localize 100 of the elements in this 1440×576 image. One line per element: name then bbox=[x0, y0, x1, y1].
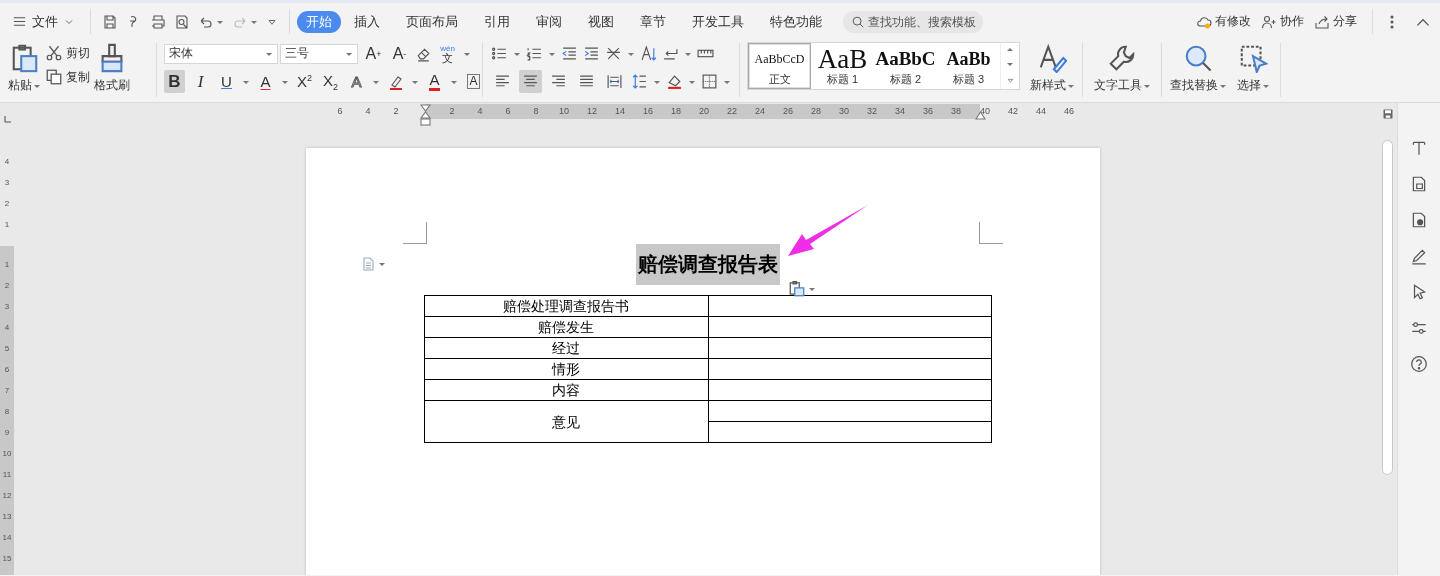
select-button[interactable]: 选择 bbox=[1230, 40, 1276, 102]
caret-icon[interactable] bbox=[1261, 82, 1270, 89]
underline-button[interactable]: U bbox=[216, 70, 237, 93]
italic-button[interactable]: I bbox=[190, 70, 211, 93]
caret-icon[interactable] bbox=[281, 78, 289, 85]
line-spacing-icon[interactable] bbox=[631, 73, 648, 90]
caret-icon[interactable] bbox=[250, 18, 258, 25]
share-button[interactable]: 分享 bbox=[1314, 13, 1357, 30]
caret-icon[interactable] bbox=[345, 50, 353, 57]
text-tools-button[interactable]: 文字工具 bbox=[1087, 40, 1157, 102]
indent-marker-icon[interactable] bbox=[420, 104, 431, 126]
sort-icon[interactable] bbox=[640, 45, 657, 62]
scroll-down-icon[interactable] bbox=[1006, 61, 1014, 68]
style-item[interactable]: AaBbCcD 正文 bbox=[748, 43, 811, 89]
ribbon-tab[interactable]: 特色功能 bbox=[757, 10, 835, 33]
character-border-button[interactable]: A bbox=[463, 70, 484, 93]
ruler-number: 10 bbox=[558, 105, 570, 118]
search-field[interactable]: 查找功能、搜索模板 bbox=[843, 10, 983, 33]
caret-icon[interactable] bbox=[378, 261, 386, 267]
shading-icon[interactable] bbox=[666, 73, 683, 90]
caret-icon[interactable] bbox=[723, 78, 731, 85]
ruler-number: 9 bbox=[4, 427, 10, 439]
style-item[interactable]: AaB 标题 1 bbox=[811, 43, 874, 89]
table-cell: 意见 bbox=[424, 400, 708, 443]
caret-icon[interactable] bbox=[548, 50, 556, 57]
save-icon[interactable] bbox=[1381, 108, 1394, 120]
caret-icon[interactable] bbox=[1142, 82, 1151, 89]
ribbon-tab[interactable]: 插入 bbox=[341, 10, 393, 33]
caret-icon[interactable] bbox=[450, 78, 458, 85]
person-plus-icon bbox=[1261, 13, 1277, 30]
ruler-number: 10 bbox=[2, 448, 12, 460]
caret-icon[interactable] bbox=[216, 18, 224, 25]
caret-icon[interactable] bbox=[653, 78, 661, 85]
help-icon[interactable] bbox=[1410, 355, 1428, 373]
bullet-list-icon[interactable] bbox=[491, 45, 508, 62]
paste-button[interactable]: 粘贴 bbox=[8, 40, 41, 94]
print-preview-icon[interactable] bbox=[174, 13, 190, 30]
caret-icon[interactable] bbox=[684, 50, 692, 57]
text-effect-button[interactable]: A bbox=[346, 70, 367, 93]
paste-options-icon[interactable] bbox=[788, 280, 806, 298]
eraser-icon[interactable] bbox=[415, 45, 432, 62]
copy-button[interactable]: 复制 bbox=[45, 68, 90, 86]
borders-icon[interactable] bbox=[701, 73, 718, 90]
superscript-button[interactable]: X$^{2}$ bbox=[294, 70, 315, 93]
ribbon-tab[interactable]: 视图 bbox=[575, 10, 627, 33]
margin-corner-mark bbox=[979, 222, 1003, 244]
caret-icon[interactable] bbox=[1066, 82, 1075, 89]
caret-icon[interactable] bbox=[513, 50, 521, 57]
text-icon[interactable] bbox=[1410, 139, 1428, 157]
align-center-icon[interactable] bbox=[519, 70, 542, 93]
caret-icon[interactable] bbox=[411, 78, 419, 85]
increase-indent-icon[interactable] bbox=[583, 45, 600, 62]
numbered-list-icon[interactable] bbox=[526, 45, 543, 62]
ruler-number: 4 bbox=[364, 105, 372, 118]
phonetic-guide-button[interactable]: wén 文 bbox=[437, 42, 458, 65]
ruler-number: 6 bbox=[336, 105, 344, 118]
ribbon-tab[interactable]: 页面布局 bbox=[393, 10, 471, 33]
file-menu[interactable]: 文件 bbox=[12, 12, 75, 31]
strikethrough-button[interactable]: A bbox=[255, 70, 276, 93]
sliders-icon[interactable] bbox=[1410, 319, 1428, 337]
bold-button[interactable]: B bbox=[164, 70, 185, 93]
caret-icon[interactable] bbox=[242, 78, 250, 85]
caret-icon[interactable] bbox=[1218, 82, 1227, 89]
font-color-button[interactable]: A bbox=[424, 70, 445, 93]
caret-icon[interactable] bbox=[808, 286, 816, 292]
tab-selector-icon[interactable] bbox=[2, 115, 12, 124]
decrease-indent-icon[interactable] bbox=[561, 45, 578, 62]
find-replace-button[interactable]: 查找替换 bbox=[1166, 40, 1230, 102]
caret-icon[interactable] bbox=[463, 50, 471, 57]
new-style-button[interactable]: 新样式 bbox=[1026, 40, 1078, 102]
ribbon-tab[interactable]: 章节 bbox=[627, 10, 679, 33]
cross-lines-icon[interactable] bbox=[605, 45, 622, 62]
save-icon[interactable] bbox=[102, 13, 118, 30]
ribbon-tab[interactable]: 开发工具 bbox=[679, 10, 757, 33]
caret-icon[interactable] bbox=[372, 78, 380, 85]
margin-corner-mark bbox=[403, 222, 427, 244]
cut-button[interactable]: 剪切 bbox=[45, 44, 90, 62]
ribbon-tab[interactable]: 审阅 bbox=[523, 10, 575, 33]
changes-button[interactable]: 有修改 bbox=[1196, 13, 1251, 30]
caret-icon[interactable] bbox=[33, 82, 41, 89]
ruler-number: 8 bbox=[4, 406, 10, 418]
caret-icon[interactable] bbox=[265, 50, 273, 57]
caret-icon[interactable] bbox=[688, 78, 696, 85]
document-layout-icon[interactable] bbox=[1410, 175, 1428, 193]
style-item[interactable]: AaBbC 标题 2 bbox=[874, 43, 937, 89]
font-size-field[interactable]: 三号 bbox=[280, 43, 358, 64]
style-item[interactable]: AaBb 标题 3 bbox=[937, 43, 1000, 89]
subscript-button[interactable]: X$_{2}$ bbox=[320, 70, 341, 93]
ruler-number: 14 bbox=[614, 105, 626, 118]
print-icon[interactable] bbox=[150, 13, 166, 30]
pen-icon[interactable] bbox=[1410, 247, 1428, 265]
scroll-up-icon[interactable] bbox=[1006, 47, 1014, 54]
collaborate-button[interactable]: 协作 bbox=[1261, 13, 1304, 30]
document-icon[interactable] bbox=[360, 256, 376, 272]
document-settings-icon[interactable] bbox=[1410, 211, 1428, 229]
scrollbar-thumb[interactable] bbox=[1382, 140, 1393, 475]
caret-icon[interactable] bbox=[627, 50, 635, 57]
format-painter-button[interactable]: 格式刷 bbox=[94, 40, 130, 94]
ribbon-tab[interactable]: 引用 bbox=[471, 10, 523, 33]
font-name-field[interactable]: 宋体 bbox=[164, 43, 278, 64]
